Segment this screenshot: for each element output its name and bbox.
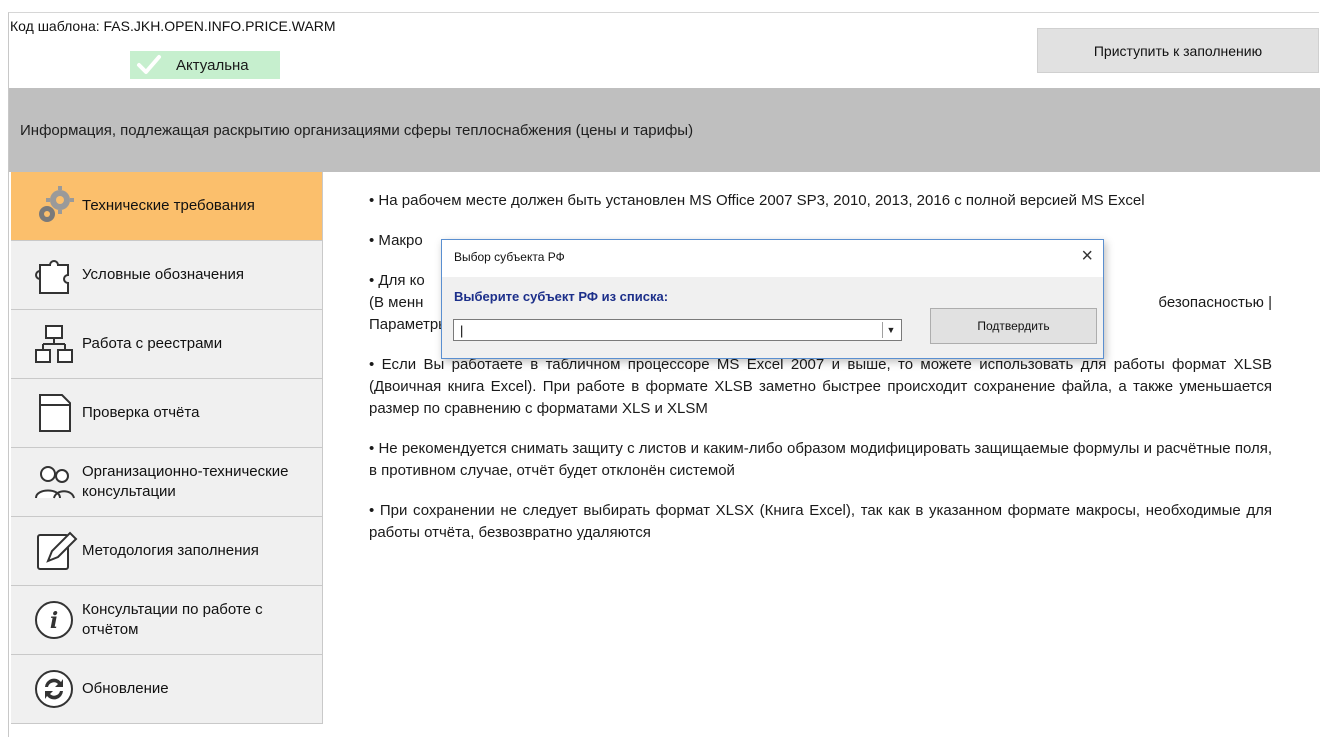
close-icon[interactable]: ×	[1081, 246, 1093, 266]
sidebar-item-legend[interactable]: Условные обозначения	[11, 241, 323, 310]
people-icon	[35, 466, 75, 499]
start-filling-button[interactable]: Приступить к заполнению	[1037, 28, 1319, 73]
sidebar-item-consultations[interactable]: Организационно-технические консультации	[11, 448, 323, 517]
chevron-down-icon[interactable]: ▼	[882, 322, 899, 338]
confirm-button[interactable]: Подтвердить	[930, 308, 1097, 344]
dialog-prompt: Выберите субъект РФ из списка:	[454, 289, 669, 304]
sidebar-item-methodology[interactable]: Методология заполнения	[11, 517, 323, 586]
sidebar-item-label: Проверка отчёта	[82, 404, 200, 421]
region-input[interactable]	[454, 320, 882, 340]
sidebar-item-report-check[interactable]: Проверка отчёта	[11, 379, 323, 448]
sidebar-item-technical-requirements[interactable]: Технические требования	[11, 172, 323, 241]
page-header: Информация, подлежащая раскрытию организ…	[9, 88, 1320, 172]
page-title: Информация, подлежащая раскрытию организ…	[20, 121, 694, 139]
sidebar: Технические требования Условные обозначе…	[11, 172, 323, 724]
status-badge: Актуальна	[130, 51, 280, 79]
requirement-paragraph: • При сохранении не следует выбирать фор…	[369, 502, 1272, 541]
sidebar-item-label: Организационно-технические консультации	[82, 463, 289, 500]
pencil-icon	[37, 531, 78, 570]
region-combobox[interactable]: ▼	[453, 319, 902, 341]
sidebar-item-registries[interactable]: Работа с реестрами	[11, 310, 323, 379]
sidebar-item-label: Условные обозначения	[82, 266, 245, 283]
sidebar-item-label: Консультации по работе с отчётом	[82, 601, 263, 638]
requirement-paragraph: • Не рекомендуется снимать защиту с лист…	[369, 440, 1272, 479]
svg-text:i: i	[50, 608, 58, 634]
dialog-titlebar: Выбор субъекта РФ ×	[442, 240, 1103, 277]
requirement-fragment: (В менн	[369, 294, 424, 311]
sidebar-item-label: Работа с реестрами	[82, 335, 223, 352]
network-icon	[35, 325, 73, 363]
sidebar-item-report-help[interactable]: i Консультации по работе с отчётом	[11, 586, 323, 655]
sidebar-item-update[interactable]: Обновление	[11, 655, 323, 724]
refresh-icon	[35, 670, 73, 708]
info-icon: i	[35, 601, 73, 639]
sidebar-item-label: Технические требования	[82, 197, 255, 214]
puzzle-icon	[35, 260, 69, 294]
dialog-title: Выбор субъекта РФ	[454, 250, 565, 264]
template-code-label: Код шаблона: FAS.JKH.OPEN.INFO.PRICE.WAR…	[10, 18, 336, 34]
gears-icon	[39, 186, 74, 222]
sidebar-item-label: Обновление	[82, 680, 169, 697]
region-select-dialog: Выбор субъекта РФ × Выберите субъект РФ …	[441, 239, 1104, 359]
requirement-paragraph: • Если Вы работаете в табличном процессо…	[369, 356, 1272, 417]
requirement-paragraph: • На рабочем месте должен быть установле…	[369, 192, 1145, 209]
sidebar-item-label: Методология заполнения	[82, 542, 259, 559]
document-icon	[39, 394, 71, 432]
check-icon	[137, 55, 161, 74]
requirement-fragment: безопасностью |	[1158, 294, 1272, 311]
status-text: Актуальна	[176, 56, 249, 74]
